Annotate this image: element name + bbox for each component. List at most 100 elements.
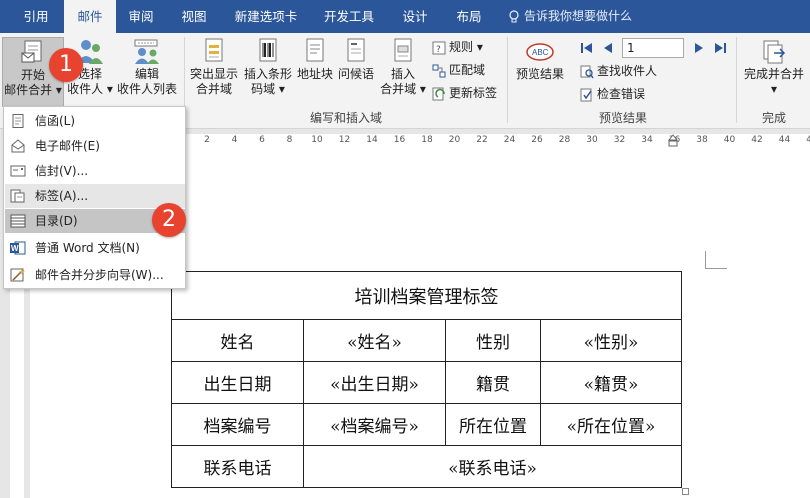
finish-merge-button[interactable]: 完成并合并 ▾ bbox=[740, 39, 808, 109]
menu-item-normal-word-document[interactable]: W 普通 Word 文档(N) bbox=[5, 236, 185, 260]
rules-icon: ? bbox=[432, 41, 446, 55]
tab-view[interactable]: 视图 bbox=[170, 0, 218, 33]
ruler-indent-marker[interactable] bbox=[667, 134, 679, 147]
edit-list-icon bbox=[134, 39, 159, 64]
table-cell: 所在位置 bbox=[445, 403, 541, 446]
envelope-icon bbox=[10, 165, 26, 177]
tab-review[interactable]: 审阅 bbox=[118, 0, 164, 33]
table-row: 联系电话 «联系电话» bbox=[171, 445, 682, 488]
ruler-tick-label: 2 bbox=[204, 135, 210, 145]
greeting-line-button[interactable]: 问候语 bbox=[336, 37, 376, 107]
ruler-tick-label: 28 bbox=[558, 135, 571, 145]
menu-item-email[interactable]: 电子邮件(E) bbox=[5, 134, 185, 158]
start-merge-line2: 邮件合并 ▾ bbox=[4, 83, 62, 97]
table-resize-handle[interactable] bbox=[682, 488, 689, 495]
insert-barcode-button[interactable]: 插入条形 码域 ▾ bbox=[242, 37, 294, 107]
ruler-tick-label: 4 bbox=[231, 135, 238, 145]
record-number-field[interactable]: 1 bbox=[622, 38, 684, 58]
merge-field-cell: «所在位置» bbox=[540, 403, 682, 446]
ribbon-separator bbox=[736, 37, 737, 123]
preview-abc-icon: ABC bbox=[526, 43, 554, 61]
table-row: 姓名 «姓名» 性别 «性别» bbox=[171, 319, 682, 362]
barcode-line2: 码域 ▾ bbox=[251, 82, 285, 96]
table-title: 培训档案管理标签 bbox=[171, 271, 682, 320]
edit-list-line1: 编辑 bbox=[134, 67, 159, 81]
find-recipient-button[interactable]: 查找收件人 bbox=[580, 61, 657, 81]
tab-references[interactable]: 引用 bbox=[10, 0, 62, 33]
insert-field-icon bbox=[394, 38, 412, 62]
previous-record-button[interactable] bbox=[601, 41, 615, 55]
table-cell: 籍贯 bbox=[445, 361, 541, 404]
edit-list-line2: 收件人列表 bbox=[116, 82, 177, 96]
update-labels-button[interactable]: 更新标签 bbox=[432, 83, 497, 103]
ribbon-separator bbox=[507, 37, 508, 123]
select-recipients-line2: 收件人 ▾ bbox=[67, 82, 113, 96]
merge-field-cell: «档案编号» bbox=[303, 403, 446, 446]
update-labels-icon bbox=[432, 87, 445, 100]
ruler-tick-label: 8 bbox=[286, 135, 293, 145]
menu-item-labels[interactable]: 标签(A)... bbox=[5, 184, 185, 208]
svg-text:W: W bbox=[11, 244, 19, 253]
highlight-merge-fields-button[interactable]: 突出显示 合并域 bbox=[188, 37, 240, 107]
ruler-tick-label: 42 bbox=[751, 135, 763, 145]
check-errors-icon bbox=[580, 88, 592, 101]
horizontal-ruler[interactable]: 2468101214161820222426283032343638404244… bbox=[185, 134, 810, 147]
finish-merge-label: 完成并合并 bbox=[743, 67, 804, 81]
ruler-tick-label: 18 bbox=[421, 135, 433, 145]
ruler-tick-label: 6 bbox=[259, 135, 265, 145]
ruler-tick-label: 32 bbox=[613, 135, 626, 145]
edit-recipient-list-button[interactable]: 编辑 收件人列表 bbox=[116, 37, 178, 107]
menu-item-mail-merge-wizard[interactable]: 邮件合并分步向导(W)... bbox=[5, 263, 185, 287]
ruler-tick-label: 24 bbox=[503, 135, 516, 145]
table-cell: 档案编号 bbox=[171, 403, 304, 446]
last-record-button[interactable] bbox=[713, 41, 727, 55]
next-record-button[interactable] bbox=[692, 41, 706, 55]
insert-merge-field-button[interactable]: 插入 合并域 ▾ bbox=[378, 37, 428, 107]
merge-field-cell: «籍贯» bbox=[540, 361, 682, 404]
insert-field-line2: 合并域 ▾ bbox=[380, 82, 426, 96]
ruler-tick-label: 10 bbox=[311, 135, 323, 145]
step-badge-2: 2 bbox=[152, 203, 186, 237]
previous-record-icon bbox=[604, 43, 612, 53]
first-record-button[interactable] bbox=[580, 41, 594, 55]
preview-results-label: 预览结果 bbox=[515, 67, 564, 81]
email-icon bbox=[11, 139, 25, 153]
tab-layout[interactable]: 布局 bbox=[446, 0, 492, 33]
tab-new-tab[interactable]: 新建选项卡 bbox=[226, 0, 306, 33]
greeting-line-label: 问候语 bbox=[337, 67, 374, 81]
greeting-line-icon bbox=[347, 38, 365, 62]
preview-results-button[interactable]: ABC 预览结果 bbox=[510, 39, 570, 109]
menu-item-envelopes[interactable]: 信封(V)... bbox=[5, 159, 185, 183]
merge-field-cell: «联系电话» bbox=[303, 445, 682, 488]
merge-field-cell: «性别» bbox=[540, 319, 682, 362]
table-row: 出生日期 «出生日期» 籍贯 «籍贯» bbox=[171, 361, 682, 404]
highlight-line1: 突出显示 bbox=[189, 67, 238, 81]
first-record-icon bbox=[581, 43, 592, 53]
ruler-tick-label: 12 bbox=[338, 135, 351, 145]
svg-text:?: ? bbox=[436, 45, 441, 55]
wizard-icon bbox=[10, 268, 25, 282]
rules-button[interactable]: ? 规则 ▾ bbox=[432, 37, 483, 57]
tab-developer[interactable]: 开发工具 bbox=[314, 0, 384, 33]
check-errors-button[interactable]: 检查错误 bbox=[580, 84, 645, 104]
address-block-icon bbox=[306, 38, 324, 62]
table-cell: 性别 bbox=[445, 319, 541, 362]
address-block-button[interactable]: 地址块 bbox=[296, 37, 334, 107]
tab-design[interactable]: 设计 bbox=[392, 0, 438, 33]
ruler-tick-label: 14 bbox=[366, 135, 378, 145]
address-block-label: 地址块 bbox=[296, 67, 333, 81]
ruler-tick-label: 38 bbox=[696, 135, 708, 145]
insert-field-line1: 插入 bbox=[390, 67, 415, 81]
table-row: 档案编号 «档案编号» 所在位置 «所在位置» bbox=[171, 403, 682, 446]
table-cell: 出生日期 bbox=[171, 361, 304, 404]
letter-icon bbox=[12, 114, 24, 128]
match-fields-button[interactable]: 匹配域 bbox=[432, 60, 485, 80]
tell-me-box[interactable]: 告诉我你想要做什么 bbox=[508, 0, 632, 33]
ribbon-tab-bar: 引用 邮件 审阅 视图 新建选项卡 开发工具 设计 布局 告诉我你想要做什么 bbox=[0, 0, 810, 33]
label-table[interactable]: 培训档案管理标签 姓名 «姓名» 性别 «性别» 出生日期 «出生日期» 籍贯 … bbox=[171, 271, 682, 488]
menu-item-letters[interactable]: 信函(L) bbox=[5, 109, 185, 133]
table-cell: 联系电话 bbox=[171, 445, 304, 488]
tab-mailings[interactable]: 邮件 bbox=[64, 0, 116, 33]
last-record-icon bbox=[715, 43, 726, 53]
svg-text:ABC: ABC bbox=[532, 48, 549, 57]
